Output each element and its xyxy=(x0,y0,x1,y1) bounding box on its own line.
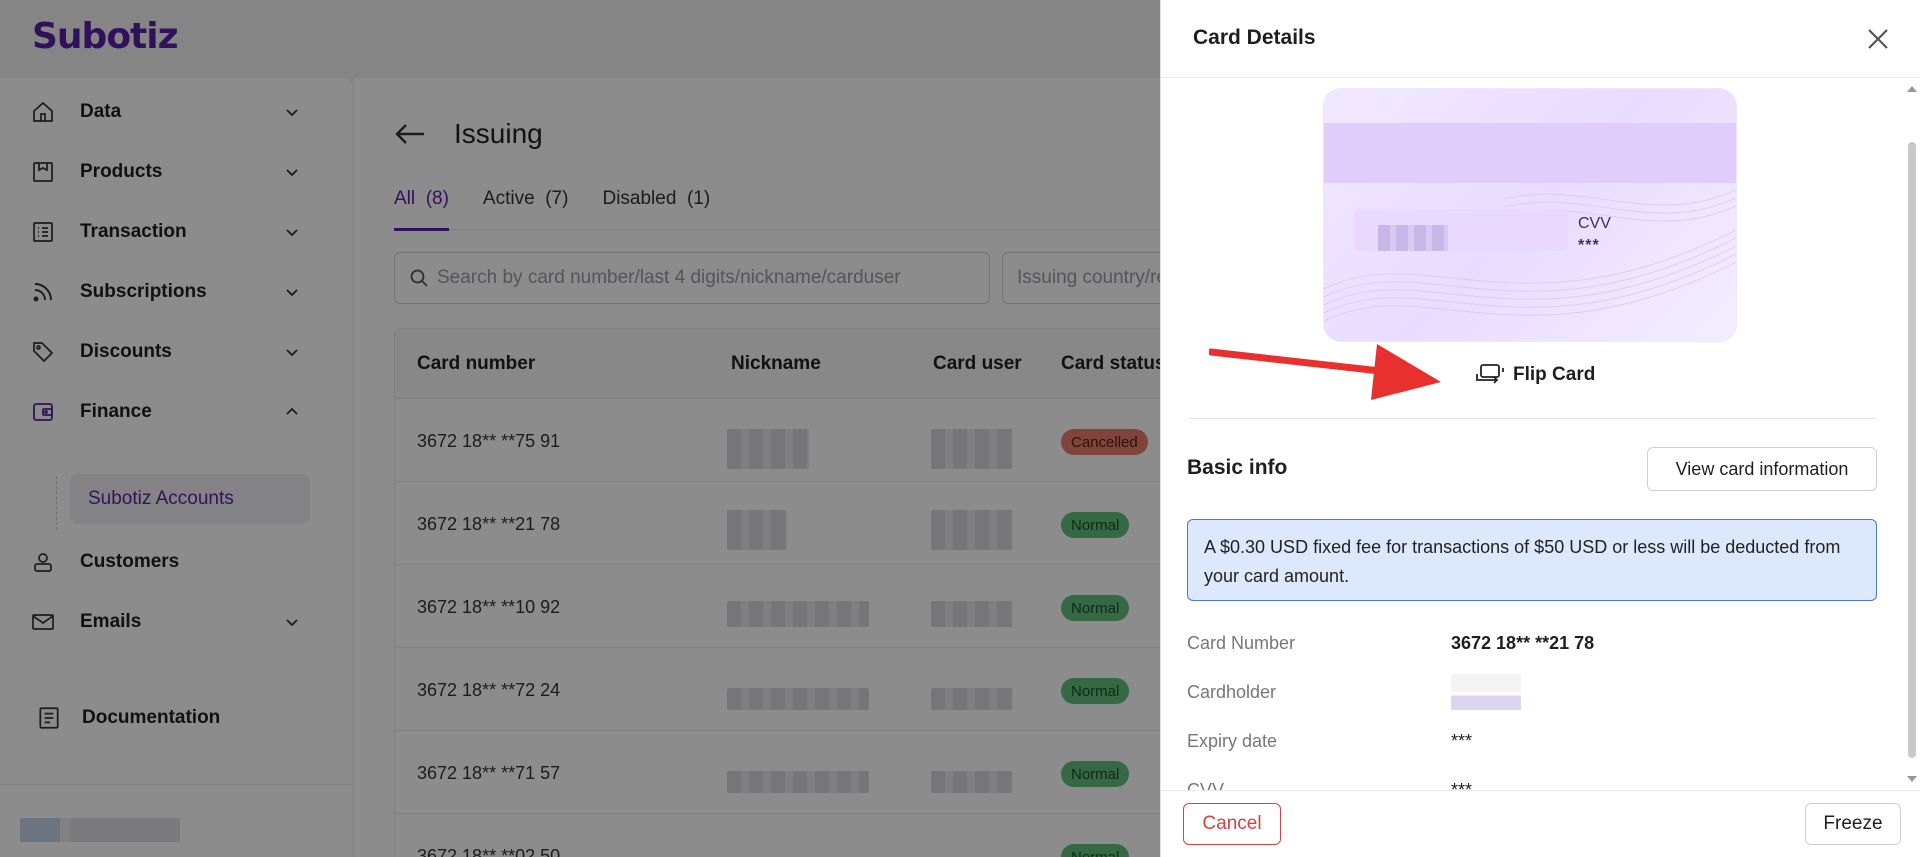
info-row-cvv: CVV *** xyxy=(1187,780,1877,790)
info-key: Card Number xyxy=(1187,633,1296,653)
drawer-footer: Cancel Freeze xyxy=(1161,790,1920,857)
flip-card-button[interactable]: Flip Card xyxy=(1475,362,1595,388)
scrollbar-thumb[interactable] xyxy=(1908,142,1916,758)
card-details-drawer: Card Details CVV *** Flip Card Basic inf… xyxy=(1160,0,1920,857)
info-key: Expiry date xyxy=(1187,731,1278,751)
flip-card-label: Flip Card xyxy=(1513,364,1596,385)
magnetic-stripe xyxy=(1324,123,1736,183)
close-button[interactable] xyxy=(1861,22,1895,56)
section-title: Basic info xyxy=(1187,456,1288,479)
drawer-header: Card Details xyxy=(1161,0,1920,78)
modal-overlay[interactable] xyxy=(0,0,1160,857)
cancel-button[interactable]: Cancel xyxy=(1183,803,1281,845)
close-icon xyxy=(1868,29,1888,49)
card-back-preview: CVV *** xyxy=(1323,88,1737,342)
flip-card-icon xyxy=(1476,364,1504,384)
drawer-title: Card Details xyxy=(1193,26,1316,49)
divider xyxy=(1189,418,1877,419)
drawer-body: CVV *** Flip Card Basic info View card i… xyxy=(1161,78,1905,790)
info-key: CVV xyxy=(1187,780,1225,790)
scroll-down-arrow-icon[interactable] xyxy=(1905,774,1919,784)
info-value: *** xyxy=(1451,731,1473,751)
cardholder-blurred xyxy=(1451,674,1521,710)
scroll-up-arrow-icon[interactable] xyxy=(1905,84,1919,94)
freeze-button[interactable]: Freeze xyxy=(1805,803,1901,845)
info-value: 3672 18** **21 78 xyxy=(1451,633,1595,653)
card-cvv-value: *** xyxy=(1578,237,1600,254)
info-row-card-number: Card Number 3672 18** **21 78 xyxy=(1187,633,1877,663)
card-cvv-label: CVV xyxy=(1578,215,1611,232)
drawer-scrollbar[interactable] xyxy=(1903,80,1920,788)
info-value: *** xyxy=(1451,780,1473,790)
info-row-cardholder: Cardholder xyxy=(1187,674,1877,712)
annotation-arrow-icon xyxy=(1209,344,1441,400)
info-key: Cardholder xyxy=(1187,682,1277,702)
info-row-expiry: Expiry date *** xyxy=(1187,731,1877,761)
view-card-information-button[interactable]: View card information xyxy=(1647,447,1877,491)
signature-blurred xyxy=(1378,225,1448,251)
fee-notice: A $0.30 USD fixed fee for transactions o… xyxy=(1187,519,1877,601)
